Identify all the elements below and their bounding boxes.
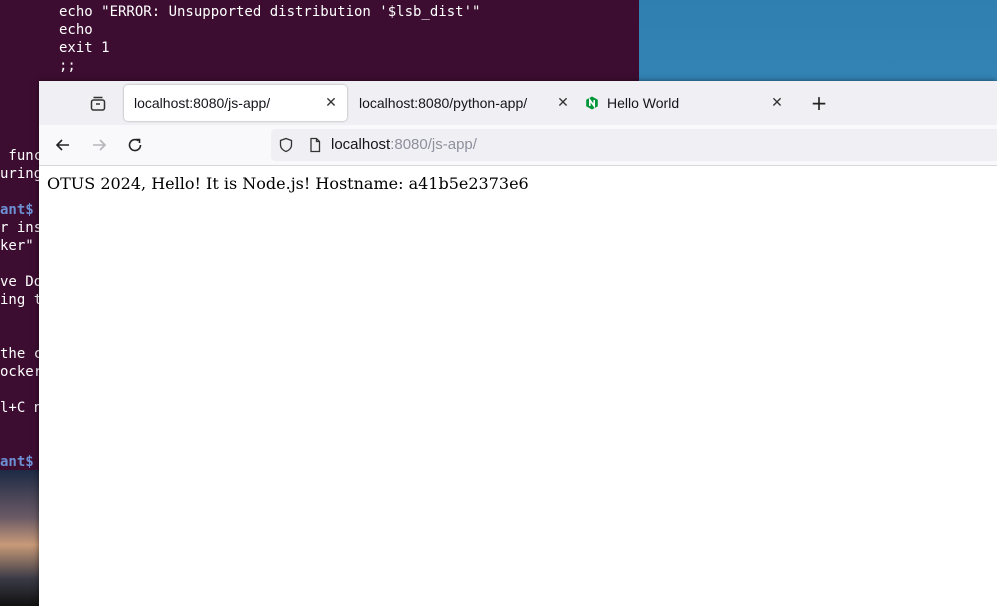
tab-js-app[interactable]: localhost:8080/js-app/ ✕ xyxy=(124,85,347,121)
tracking-protection-shield-icon[interactable] xyxy=(278,137,294,153)
close-tab-icon[interactable]: ✕ xyxy=(323,94,339,110)
page-content: OTUS 2024, Hello! It is Node.js! Hostnam… xyxy=(39,166,997,606)
close-tab-icon[interactable]: ✕ xyxy=(555,94,571,110)
tab-overview-icon[interactable] xyxy=(87,93,109,115)
forward-button[interactable] xyxy=(88,134,110,156)
terminal-line-fragment: r ins xyxy=(0,220,39,236)
terminal-line-fragment: func xyxy=(0,148,39,164)
terminal-line-fragment: uring xyxy=(0,166,39,182)
terminal-line: ;; xyxy=(59,58,76,74)
address-bar[interactable]: localhost:8080/js-app/ xyxy=(271,129,997,161)
url-path: :8080/js-app/ xyxy=(390,136,477,153)
tab-hello-world[interactable]: Hello World ✕ xyxy=(577,85,797,121)
url-host: localhost xyxy=(331,136,391,153)
terminal-line-fragment: ve Do xyxy=(0,274,39,290)
desktop-wallpaper-sunset xyxy=(0,470,39,606)
nginx-icon xyxy=(586,96,598,110)
tab-title: localhost:8080/python-app/ xyxy=(359,95,528,111)
back-arrow-icon xyxy=(55,139,69,151)
tab-python-app[interactable]: localhost:8080/python-app/ ✕ xyxy=(349,85,569,121)
forward-arrow-icon xyxy=(93,139,107,151)
close-tab-icon[interactable]: ✕ xyxy=(769,94,785,110)
terminal-line: echo "ERROR: Unsupported distribution '$… xyxy=(59,4,481,20)
terminal-line: echo xyxy=(59,22,93,38)
terminal-prompt-fragment: ant$ xyxy=(0,454,34,470)
reload-icon xyxy=(128,138,142,152)
back-button[interactable] xyxy=(52,134,74,156)
tab-strip: localhost:8080/js-app/ ✕ localhost:8080/… xyxy=(39,81,997,125)
terminal-line: exit 1 xyxy=(59,40,110,56)
browser-window: localhost:8080/js-app/ ✕ localhost:8080/… xyxy=(39,81,997,606)
page-info-icon[interactable] xyxy=(307,137,323,153)
terminal-line-fragment: ing t xyxy=(0,292,39,308)
page-text: OTUS 2024, Hello! It is Node.js! Hostnam… xyxy=(47,174,529,193)
new-tab-button[interactable]: + xyxy=(809,92,829,114)
url-text[interactable]: localhost:8080/js-app/ xyxy=(331,136,477,153)
terminal-line-fragment: the c xyxy=(0,346,39,362)
terminal-line-fragment: ocker xyxy=(0,364,39,380)
terminal-line-fragment: l+C n xyxy=(0,400,39,416)
terminal-line-fragment: ker" xyxy=(0,238,34,254)
reload-button[interactable] xyxy=(124,134,146,156)
navigation-toolbar: localhost:8080/js-app/ xyxy=(39,125,997,166)
terminal-prompt-fragment: ant$ xyxy=(0,202,34,218)
tab-title: localhost:8080/js-app/ xyxy=(134,95,271,111)
tab-title: Hello World xyxy=(607,95,680,111)
